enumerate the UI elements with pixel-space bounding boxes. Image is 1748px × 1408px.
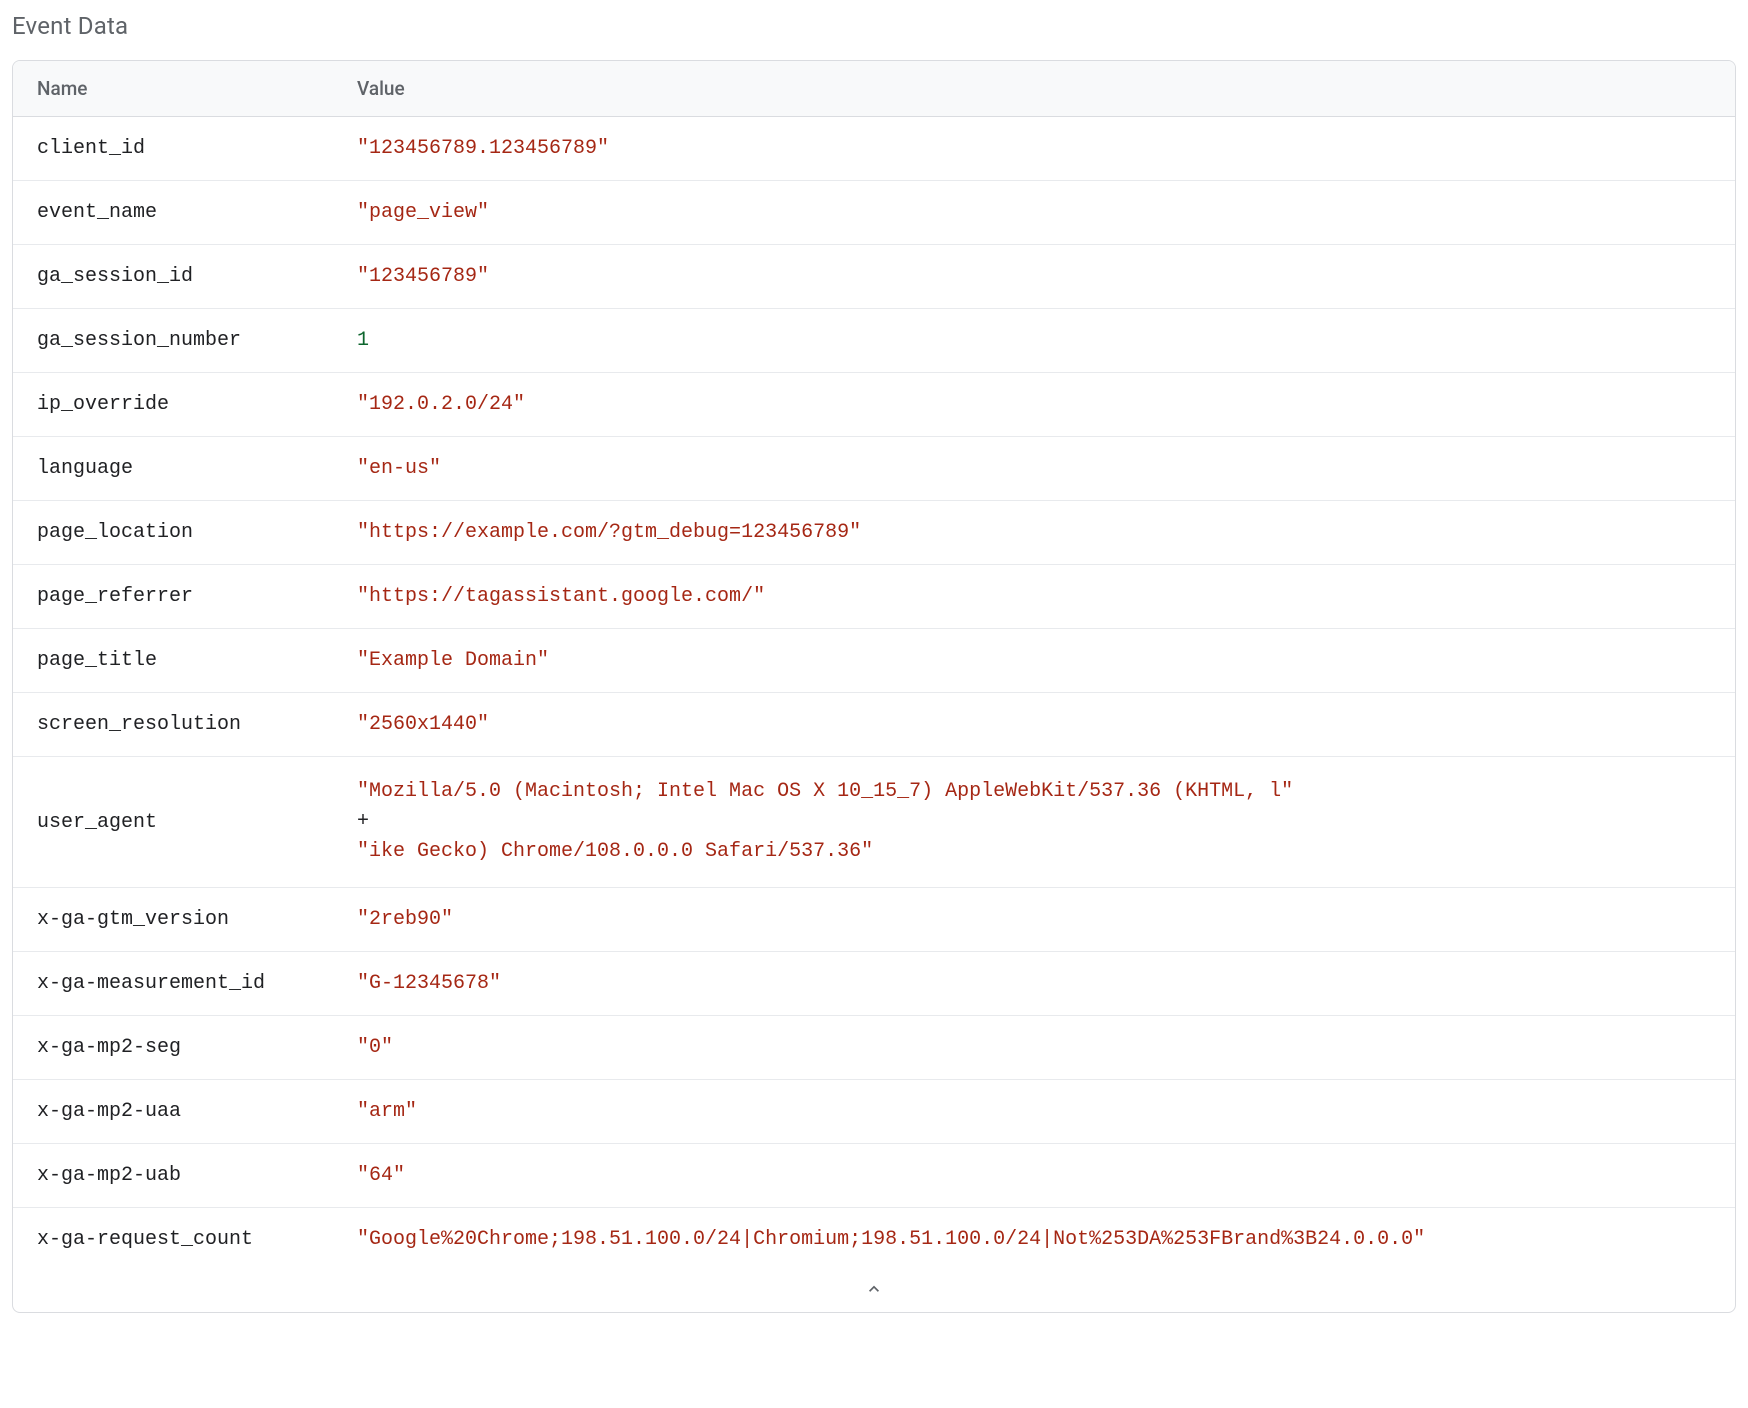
param-name: ga_session_id [13, 245, 333, 308]
param-value: "page_view" [333, 181, 1735, 244]
table-row[interactable]: x-ga-mp2-uaa"arm" [13, 1080, 1735, 1144]
table-row[interactable]: x-ga-measurement_id"G-12345678" [13, 952, 1735, 1016]
param-name: page_referrer [13, 565, 333, 628]
table-row[interactable]: user_agent"Mozilla/5.0 (Macintosh; Intel… [13, 757, 1735, 888]
param-name: client_id [13, 117, 333, 180]
param-value: "192.0.2.0/24" [333, 373, 1735, 436]
param-value: "123456789.123456789" [333, 117, 1735, 180]
table-row[interactable]: ip_override"192.0.2.0/24" [13, 373, 1735, 437]
table-row[interactable]: x-ga-mp2-seg"0" [13, 1016, 1735, 1080]
param-value: "0" [333, 1016, 1735, 1079]
table-header: Name Value [13, 61, 1735, 117]
param-value: "https://example.com/?gtm_debug=12345678… [333, 501, 1735, 564]
param-name: page_location [13, 501, 333, 564]
table-row[interactable]: client_id"123456789.123456789" [13, 117, 1735, 181]
param-name: screen_resolution [13, 693, 333, 756]
table-row[interactable]: ga_session_id"123456789" [13, 245, 1735, 309]
param-value: "64" [333, 1144, 1735, 1207]
table-row[interactable]: x-ga-request_count"Google%20Chrome;198.5… [13, 1208, 1735, 1271]
param-name: ip_override [13, 373, 333, 436]
param-value: "en-us" [333, 437, 1735, 500]
table-row[interactable]: page_location"https://example.com/?gtm_d… [13, 501, 1735, 565]
param-value: "Example Domain" [333, 629, 1735, 692]
header-name: Name [13, 61, 333, 116]
param-name: x-ga-request_count [13, 1208, 333, 1271]
table-row[interactable]: page_referrer"https://tagassistant.googl… [13, 565, 1735, 629]
param-name: page_title [13, 629, 333, 692]
collapse-toggle[interactable] [13, 1271, 1735, 1312]
table-row[interactable]: x-ga-gtm_version"2reb90" [13, 888, 1735, 952]
table-row[interactable]: screen_resolution"2560x1440" [13, 693, 1735, 757]
table-row[interactable]: x-ga-mp2-uab"64" [13, 1144, 1735, 1208]
event-data-table: Name Value client_id"123456789.123456789… [12, 60, 1736, 1313]
param-name: language [13, 437, 333, 500]
param-name: x-ga-mp2-uaa [13, 1080, 333, 1143]
param-name: user_agent [13, 791, 333, 854]
param-value: "https://tagassistant.google.com/" [333, 565, 1735, 628]
param-value: "Google%20Chrome;198.51.100.0/24|Chromiu… [333, 1208, 1735, 1271]
param-name: x-ga-mp2-seg [13, 1016, 333, 1079]
param-value: "arm" [333, 1080, 1735, 1143]
table-row[interactable]: ga_session_number1 [13, 309, 1735, 373]
table-row[interactable]: event_name"page_view" [13, 181, 1735, 245]
param-value: "2reb90" [333, 888, 1735, 951]
panel-title: Event Data [12, 12, 1736, 40]
param-name: ga_session_number [13, 309, 333, 372]
table-row[interactable]: language"en-us" [13, 437, 1735, 501]
param-value: "2560x1440" [333, 693, 1735, 756]
param-name: x-ga-mp2-uab [13, 1144, 333, 1207]
param-name: event_name [13, 181, 333, 244]
param-value: 1 [333, 309, 1735, 372]
param-value: "G-12345678" [333, 952, 1735, 1015]
table-body: client_id"123456789.123456789"event_name… [13, 117, 1735, 1271]
header-value: Value [333, 61, 1735, 116]
param-name: x-ga-measurement_id [13, 952, 333, 1015]
table-row[interactable]: page_title"Example Domain" [13, 629, 1735, 693]
param-value: "123456789" [333, 245, 1735, 308]
chevron-up-icon [864, 1280, 884, 1304]
param-value: "Mozilla/5.0 (Macintosh; Intel Mac OS X … [333, 757, 1735, 887]
param-name: x-ga-gtm_version [13, 888, 333, 951]
